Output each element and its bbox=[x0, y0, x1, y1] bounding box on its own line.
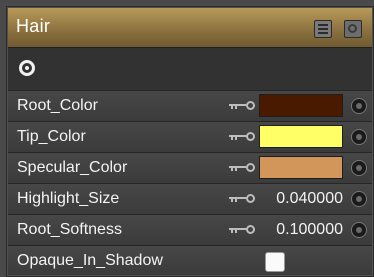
target-icon[interactable] bbox=[19, 60, 35, 76]
key-icon[interactable] bbox=[229, 225, 257, 235]
tip-color-swatch[interactable] bbox=[259, 125, 343, 148]
property-label: Root_Softness bbox=[17, 221, 122, 238]
connect-node-icon[interactable] bbox=[351, 98, 367, 114]
key-icon[interactable] bbox=[229, 194, 257, 204]
flat-view-icon[interactable] bbox=[344, 20, 362, 38]
property-row-root-color: Root_Color bbox=[8, 91, 372, 122]
panel-toolbar bbox=[8, 48, 372, 91]
connect-node-icon[interactable] bbox=[351, 222, 367, 238]
root-color-swatch[interactable] bbox=[259, 94, 343, 117]
connect-node-icon[interactable] bbox=[351, 191, 367, 207]
key-icon[interactable] bbox=[229, 163, 257, 173]
property-label: Tip_Color bbox=[17, 128, 86, 145]
opaque-in-shadow-checkbox[interactable] bbox=[265, 252, 285, 272]
panel-title: Hair bbox=[16, 16, 51, 36]
panel-header: Hair bbox=[8, 8, 372, 48]
shader-properties-panel: Hair Root_Color Tip_Color Specular_Color… bbox=[6, 6, 374, 277]
property-label: Root_Color bbox=[17, 97, 98, 114]
property-row-tip-color: Tip_Color bbox=[8, 122, 372, 153]
property-label: Opaque_In_Shadow bbox=[17, 252, 163, 269]
connect-node-icon[interactable] bbox=[351, 160, 367, 176]
property-row-opaque-in-shadow: Opaque_In_Shadow bbox=[8, 246, 372, 275]
specular-color-swatch[interactable] bbox=[259, 156, 343, 179]
root-softness-value[interactable]: 0.100000 bbox=[259, 221, 343, 239]
property-label: Specular_Color bbox=[17, 159, 128, 176]
connect-node-icon[interactable] bbox=[351, 129, 367, 145]
highlight-size-value[interactable]: 0.040000 bbox=[259, 190, 343, 208]
key-icon[interactable] bbox=[229, 101, 257, 111]
list-view-icon[interactable] bbox=[314, 20, 332, 38]
key-icon[interactable] bbox=[229, 132, 257, 142]
property-row-highlight-size: Highlight_Size 0.040000 bbox=[8, 184, 372, 215]
property-label: Highlight_Size bbox=[17, 190, 120, 207]
property-row-root-softness: Root_Softness 0.100000 bbox=[8, 215, 372, 246]
property-row-specular-color: Specular_Color bbox=[8, 153, 372, 184]
